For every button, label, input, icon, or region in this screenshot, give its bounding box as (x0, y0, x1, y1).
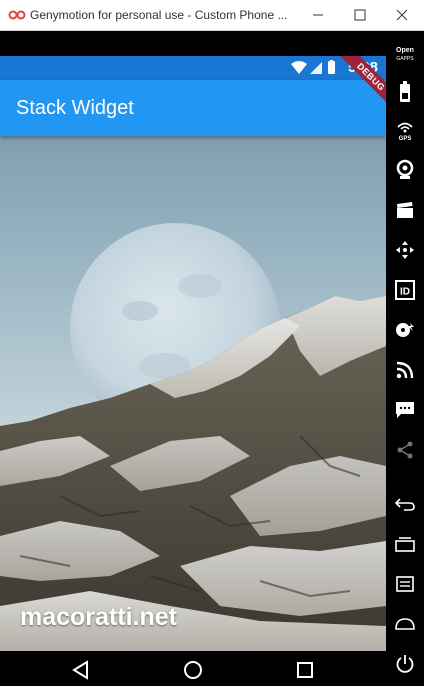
share-widget-button[interactable] (386, 433, 424, 467)
recents-icon (297, 662, 313, 678)
sidebar-back-button[interactable] (386, 487, 424, 521)
back-arrow-icon (394, 498, 415, 511)
maximize-button[interactable] (340, 0, 382, 31)
debug-banner: DEBUG (318, 56, 386, 124)
disk-io-widget-button[interactable] (386, 313, 424, 347)
minimize-icon (313, 14, 323, 16)
background-image: macoratti.net (0, 136, 386, 651)
debug-banner-label: DEBUG (334, 56, 386, 114)
svg-text:ID: ID (400, 287, 410, 298)
webcam-icon (396, 159, 414, 179)
share-icon (397, 441, 413, 459)
capture-widget-button[interactable] (386, 193, 424, 227)
clapperboard-icon (397, 202, 413, 218)
home-icon (184, 661, 202, 679)
rss-icon (396, 361, 414, 379)
svg-text:GAPPS: GAPPS (396, 56, 414, 62)
maximize-icon (354, 9, 366, 21)
power-icon (396, 655, 414, 673)
sidebar-recent-apps-button[interactable] (386, 527, 424, 561)
minimize-button[interactable] (298, 0, 340, 31)
menu-icon (396, 576, 414, 592)
mountain-moon-image (0, 136, 386, 651)
svg-text:GPS: GPS (399, 136, 412, 141)
window-titlebar: Genymotion for personal use - Custom Pho… (0, 0, 424, 31)
dpad-arrows-icon (396, 241, 414, 259)
window-title: Genymotion for personal use - Custom Pho… (30, 8, 288, 22)
recent-apps-icon (395, 537, 415, 552)
battery-icon (400, 81, 410, 102)
open-gapps-button[interactable]: Open GAPPS (386, 37, 424, 71)
battery-widget-button[interactable] (386, 75, 424, 109)
back-icon (72, 660, 88, 680)
home-icon (395, 618, 415, 630)
dpad-widget-button[interactable] (386, 233, 424, 267)
wifi-icon (291, 61, 307, 74)
network-widget-button[interactable] (386, 353, 424, 387)
nav-recents-button[interactable] (285, 656, 325, 682)
overlay-text: macoratti.net (20, 603, 177, 631)
sidebar-menu-button[interactable] (386, 567, 424, 601)
android-nav-bar (0, 651, 386, 686)
camera-widget-button[interactable] (386, 153, 424, 187)
identifiers-widget-button[interactable]: ID (386, 273, 424, 307)
disk-io-icon (396, 323, 414, 337)
nav-home-button[interactable] (173, 656, 213, 682)
sidebar-power-button[interactable] (386, 647, 424, 681)
app-title: Stack Widget (16, 97, 134, 119)
id-icon: ID (395, 280, 415, 300)
sidebar-home-button[interactable] (386, 607, 424, 641)
close-icon (396, 9, 408, 21)
gps-widget-button[interactable]: GPS (386, 113, 424, 147)
message-icon (396, 402, 414, 418)
open-gapps-icon: Open GAPPS (396, 47, 414, 62)
genymotion-sidebar: Open GAPPS GPS ID (386, 31, 424, 686)
genymotion-logo-icon (8, 10, 26, 20)
sms-widget-button[interactable] (386, 393, 424, 427)
svg-text:Open: Open (396, 47, 414, 54)
nav-back-button[interactable] (61, 656, 101, 682)
close-button[interactable] (382, 0, 424, 31)
emulator-top-bezel (0, 31, 386, 56)
gps-icon: GPS (397, 122, 413, 141)
